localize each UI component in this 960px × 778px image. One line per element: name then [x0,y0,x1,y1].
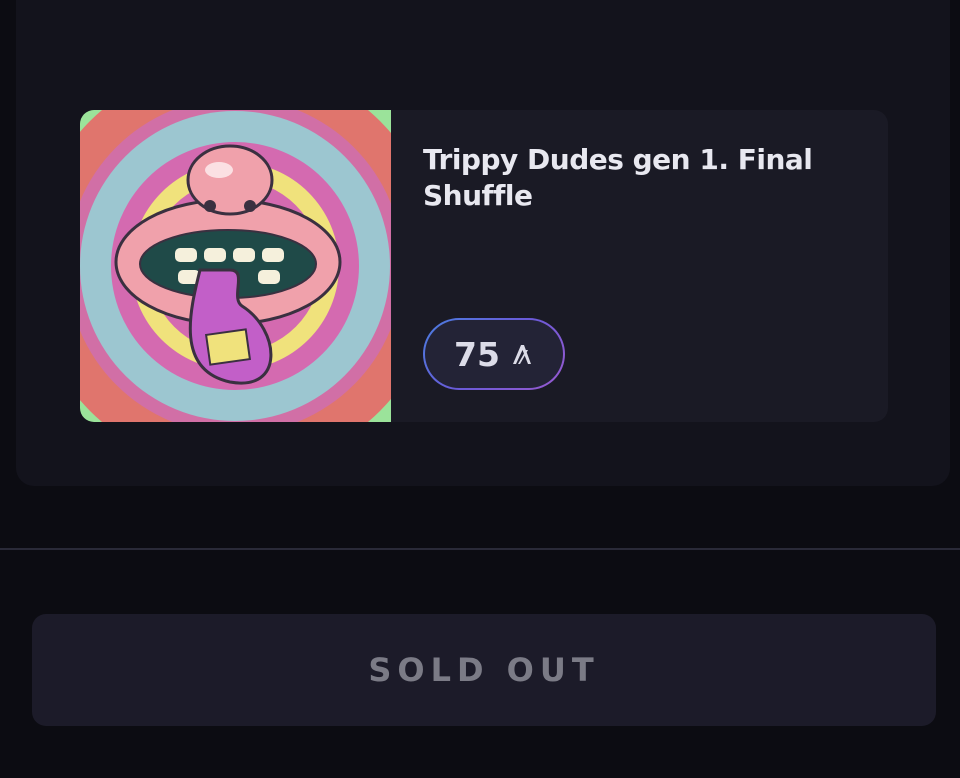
trippy-mouth-artwork-icon [80,110,391,422]
price-badge-inner: 75 [425,320,563,388]
page: Trippy Dudes gen 1. Final Shuffle 75 SOL… [0,0,960,778]
price-badge: 75 [423,318,565,390]
nft-image[interactable] [80,110,391,422]
price-value: 75 [454,334,500,374]
algorand-icon [512,345,531,364]
nft-item-card[interactable]: Trippy Dudes gen 1. Final Shuffle 75 [80,110,888,422]
item-title: Trippy Dudes gen 1. Final Shuffle [423,143,813,212]
divider [0,548,960,550]
sold-out-button[interactable]: SOLD OUT [32,614,936,726]
